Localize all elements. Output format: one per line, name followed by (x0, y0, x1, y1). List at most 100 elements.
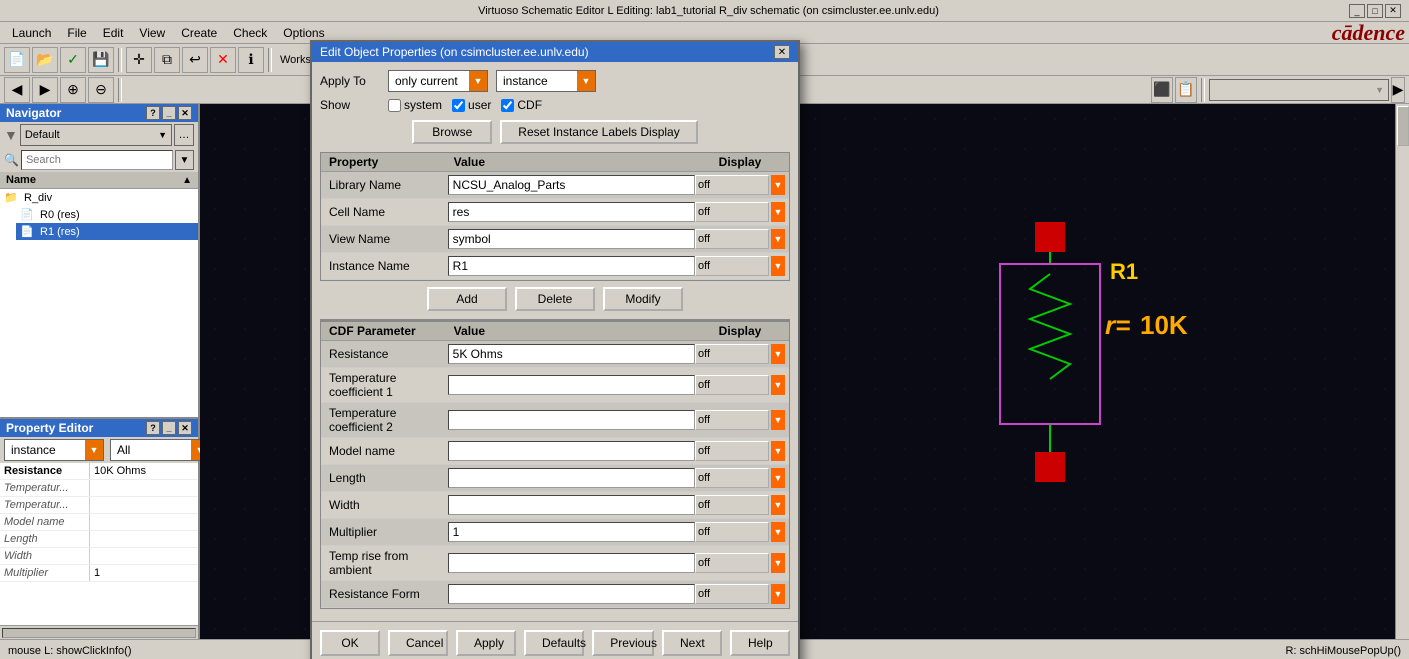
pm-instance-dd-val: off (698, 260, 710, 272)
cdf-table-header: CDF Parameter Value Display (321, 320, 789, 341)
cdf-model-input[interactable] (448, 441, 695, 461)
cdf-checkbox[interactable] (501, 99, 514, 112)
show-user: user (452, 98, 491, 112)
apply-to-row: Apply To only current ▼ instance ▼ (320, 70, 790, 92)
show-row: Show system user CDF (320, 98, 790, 112)
instance-arrow[interactable]: ▼ (577, 71, 595, 91)
pm-cell-input[interactable] (448, 202, 695, 222)
next-btn[interactable]: Next (662, 630, 722, 656)
pm-cell-label: Cell Name (325, 205, 448, 219)
reset-btn[interactable]: Reset Instance Labels Display (500, 120, 697, 144)
cdf-resistance-input[interactable] (448, 344, 695, 364)
cdf-mult-dd-val: off (698, 526, 710, 538)
cdf-width-display: off ▼ (695, 495, 785, 515)
cdf-resistance-display: off ▼ (695, 344, 785, 364)
cdf-row-length: Length off ▼ (321, 465, 789, 492)
cdf-resform-input[interactable] (448, 584, 695, 604)
cdf-temp1-label: Temperature coefficient 1 (325, 371, 448, 399)
cdf-resistance-dd-arrow[interactable]: ▼ (771, 344, 785, 364)
cdf-row-model: Model name off ▼ (321, 438, 789, 465)
instance-dropdown[interactable]: instance ▼ (496, 70, 596, 92)
cdf-resistance-dd[interactable]: off (695, 344, 769, 364)
user-checkbox[interactable] (452, 99, 465, 112)
cdf-temp1-input[interactable] (448, 375, 695, 395)
pm-view-input[interactable] (448, 229, 695, 249)
pm-library-label: Library Name (325, 178, 448, 192)
cdf-temp2-dd[interactable]: off (695, 410, 769, 430)
apply-to-label: Apply To (320, 74, 380, 88)
cdf-temp2-dd-val: off (698, 414, 710, 426)
pm-library-input[interactable] (448, 175, 695, 195)
cdf-resform-dd[interactable]: off (695, 584, 769, 604)
pm-view-dd[interactable]: off (695, 229, 769, 249)
help-btn[interactable]: Help (730, 630, 790, 656)
pm-instance-label: Instance Name (325, 259, 448, 273)
cdf-temp1-dd[interactable]: off (695, 375, 769, 395)
cdf-temp2-display: off ▼ (695, 410, 785, 430)
prop-row-library: Library Name off ▼ (321, 172, 789, 199)
cdf-temprise-dd-arrow[interactable]: ▼ (771, 553, 785, 573)
cdf-model-dd[interactable]: off (695, 441, 769, 461)
browse-btn[interactable]: Browse (412, 120, 492, 144)
cdf-model-dd-arrow[interactable]: ▼ (771, 441, 785, 461)
cdf-temp2-input[interactable] (448, 410, 695, 430)
cdf-temp2-label: Temperature coefficient 2 (325, 406, 448, 434)
apply-btn[interactable]: Apply (456, 630, 516, 656)
cdf-length-dd-arrow[interactable]: ▼ (771, 468, 785, 488)
modal-overlay: Edit Object Properties (on csimcluster.e… (0, 0, 1409, 659)
pm-library-dd[interactable]: off (695, 175, 769, 195)
dialog-close-btn[interactable]: ✕ (774, 45, 790, 59)
system-checkbox[interactable] (388, 99, 401, 112)
cdf-mult-dd-arrow[interactable]: ▼ (771, 522, 785, 542)
cdf-ph-param: CDF Parameter (325, 324, 450, 338)
delete-btn[interactable]: Delete (515, 287, 595, 311)
cdf-mult-dd[interactable]: off (695, 522, 769, 542)
pm-instance-input[interactable] (448, 256, 695, 276)
cdf-resistance-label: Resistance (325, 347, 448, 361)
property-table: Property Value Display Library Name off … (320, 152, 790, 281)
add-btn[interactable]: Add (427, 287, 507, 311)
action-btns-row: Add Delete Modify (320, 287, 790, 311)
defaults-btn[interactable]: Defaults (524, 630, 584, 656)
cdf-length-input[interactable] (448, 468, 695, 488)
cdf-temp2-dd-arrow[interactable]: ▼ (771, 410, 785, 430)
cdf-temp1-display: off ▼ (695, 375, 785, 395)
cdf-row-resistance: Resistance off ▼ (321, 341, 789, 368)
pm-cell-dd[interactable]: off (695, 202, 769, 222)
cdf-width-input[interactable] (448, 495, 695, 515)
pm-library-dd-arrow[interactable]: ▼ (771, 175, 785, 195)
pm-view-label: View Name (325, 232, 448, 246)
pm-cell-dd-arrow[interactable]: ▼ (771, 202, 785, 222)
pm-instance-display: off ▼ (695, 256, 785, 276)
apply-to-dropdown[interactable]: only current ▼ (388, 70, 488, 92)
cdf-model-label: Model name (325, 444, 448, 458)
apply-to-arrow[interactable]: ▼ (469, 71, 487, 91)
cdf-resform-dd-arrow[interactable]: ▼ (771, 584, 785, 604)
cdf-temprise-dd[interactable]: off (695, 553, 769, 573)
pm-view-display: off ▼ (695, 229, 785, 249)
pm-library-dd-val: off (698, 179, 710, 191)
cdf-temprise-input[interactable] (448, 553, 695, 573)
prop-table-header: Property Value Display (321, 153, 789, 172)
cdf-temp1-dd-arrow[interactable]: ▼ (771, 375, 785, 395)
cancel-btn[interactable]: Cancel (388, 630, 448, 656)
cdf-width-dd-val: off (698, 499, 710, 511)
ok-btn[interactable]: OK (320, 630, 380, 656)
previous-btn[interactable]: Previous (592, 630, 654, 656)
pm-instance-dd-arrow[interactable]: ▼ (771, 256, 785, 276)
cdf-length-dd[interactable]: off (695, 468, 769, 488)
cdf-width-dd[interactable]: off (695, 495, 769, 515)
modify-btn[interactable]: Modify (603, 287, 683, 311)
pm-view-dd-arrow[interactable]: ▼ (771, 229, 785, 249)
cdf-row-resform: Resistance Form off ▼ (321, 581, 789, 608)
pm-instance-dd[interactable]: off (695, 256, 769, 276)
checkbox-group: system user CDF (388, 98, 542, 112)
ph-value: Value (450, 155, 695, 169)
cdf-mult-input[interactable] (448, 522, 695, 542)
cdf-width-dd-arrow[interactable]: ▼ (771, 495, 785, 515)
cdf-row-temprise: Temp rise from ambient off ▼ (321, 546, 789, 581)
dialog-title-bar: Edit Object Properties (on csimcluster.e… (312, 42, 798, 62)
cdf-temp1-dd-val: off (698, 379, 710, 391)
user-label: user (468, 98, 491, 112)
pm-library-display: off ▼ (695, 175, 785, 195)
